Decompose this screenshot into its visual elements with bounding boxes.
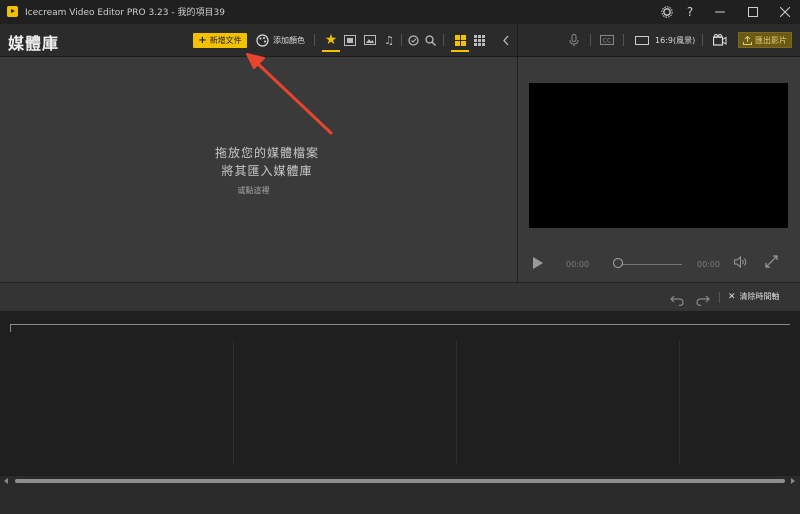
undo-icon: [670, 295, 684, 307]
scrollbar-thumb[interactable]: [15, 479, 785, 483]
fullscreen-icon[interactable]: [765, 255, 778, 272]
toolbar-divider: [443, 34, 444, 46]
app-logo-icon: [7, 6, 18, 17]
minimize-icon: [715, 11, 725, 13]
panel-divider: [517, 24, 518, 56]
window-title: Icecream Video Editor PRO 3.23 - 我的項目39: [25, 8, 225, 18]
timeline-divider: [719, 292, 720, 303]
help-button[interactable]: ?: [675, 0, 705, 24]
add-file-button[interactable]: + 新增文件: [193, 33, 247, 48]
undo-button[interactable]: [670, 291, 684, 310]
clear-timeline-button[interactable]: ✕ 清除時間軸: [728, 291, 780, 302]
maximize-icon: [748, 7, 758, 17]
scroll-left-arrow-icon[interactable]: [4, 478, 8, 484]
add-color-button[interactable]: 添加顏色: [256, 33, 305, 48]
media-library-title: 媒體庫: [8, 34, 60, 53]
total-time: 00:00: [697, 260, 721, 269]
timeline-gridline: [456, 340, 457, 465]
clear-x-icon: ✕: [728, 292, 736, 302]
export-video-button[interactable]: 匯出影片: [738, 32, 792, 48]
clear-timeline-label: 清除時間軸: [739, 292, 780, 301]
filter-button[interactable]: [405, 32, 421, 48]
timeline-area[interactable]: [0, 311, 800, 476]
speaker-icon: [734, 255, 747, 269]
aspect-ratio-dropdown[interactable]: 16:9(風景): [635, 33, 695, 48]
music-icon: ♫: [384, 33, 394, 47]
video-icon: [344, 34, 356, 46]
aspect-ratio-label: 16:9(風景): [655, 36, 696, 45]
toolbar-divider: [623, 34, 624, 46]
play-icon[interactable]: [533, 257, 543, 269]
list-view-button[interactable]: [471, 32, 487, 48]
grid-view-icon: [454, 34, 466, 46]
camera-record-button[interactable]: [712, 32, 728, 48]
microphone-icon: [569, 33, 579, 46]
camera-icon: [713, 34, 727, 46]
timeline-ruler-tick: [10, 324, 11, 332]
chevron-left-icon: [503, 35, 509, 45]
active-view-indicator: [451, 50, 469, 52]
toolbar-divider: [590, 34, 591, 46]
scroll-right-arrow-icon[interactable]: [791, 478, 795, 484]
volume-icon[interactable]: [734, 255, 748, 271]
toolbar-divider: [314, 34, 315, 46]
music-filter-button[interactable]: ♫: [381, 32, 397, 48]
plus-icon: +: [198, 35, 207, 46]
svg-text:CC: CC: [603, 38, 611, 45]
redo-icon: [696, 295, 710, 307]
collapse-panel-button[interactable]: [498, 32, 514, 48]
close-button[interactable]: [770, 0, 800, 24]
bottom-strip: [0, 486, 800, 514]
close-icon: [780, 7, 790, 17]
search-button[interactable]: [422, 32, 438, 48]
timeline-ruler: [10, 324, 790, 325]
maximize-button[interactable]: [738, 0, 768, 24]
search-icon: [424, 34, 436, 46]
expand-icon: [765, 255, 778, 268]
toolbar-divider: [702, 34, 703, 46]
redo-button[interactable]: [696, 291, 710, 310]
dropzone-click-here[interactable]: 或點這裡: [0, 185, 507, 196]
aspect-ratio-icon: [635, 36, 649, 45]
image-icon: [364, 35, 376, 45]
add-file-label: 新增文件: [209, 36, 242, 45]
subtitles-button[interactable]: CC: [599, 32, 615, 48]
timeline-gridline: [233, 340, 234, 465]
active-filter-indicator: [322, 50, 340, 52]
dropzone-line2: 將其匯入媒體庫: [221, 164, 313, 178]
list-view-icon: [473, 34, 485, 46]
minimize-button[interactable]: [705, 0, 735, 24]
image-filter-button[interactable]: [362, 32, 378, 48]
current-time: 00:00: [566, 260, 590, 269]
scrub-handle[interactable]: [613, 258, 623, 268]
export-label: 匯出影片: [755, 35, 787, 45]
add-color-label: 添加顏色: [273, 36, 305, 45]
palette-icon: [256, 34, 269, 47]
gear-icon: [661, 6, 673, 18]
scrub-track[interactable]: [622, 264, 682, 265]
video-preview: [529, 83, 788, 228]
grid-view-button[interactable]: [452, 32, 468, 48]
star-icon[interactable]: ★: [323, 32, 339, 48]
export-icon: [743, 35, 752, 45]
dropzone-line1: 拖放您的媒體檔案: [214, 146, 319, 160]
filter-icon: [407, 34, 419, 46]
record-voice-button[interactable]: [566, 32, 582, 48]
timeline-gridline: [679, 340, 680, 465]
video-filter-button[interactable]: [342, 32, 358, 48]
subtitles-icon: CC: [600, 35, 614, 45]
toolbar-divider: [401, 34, 402, 46]
